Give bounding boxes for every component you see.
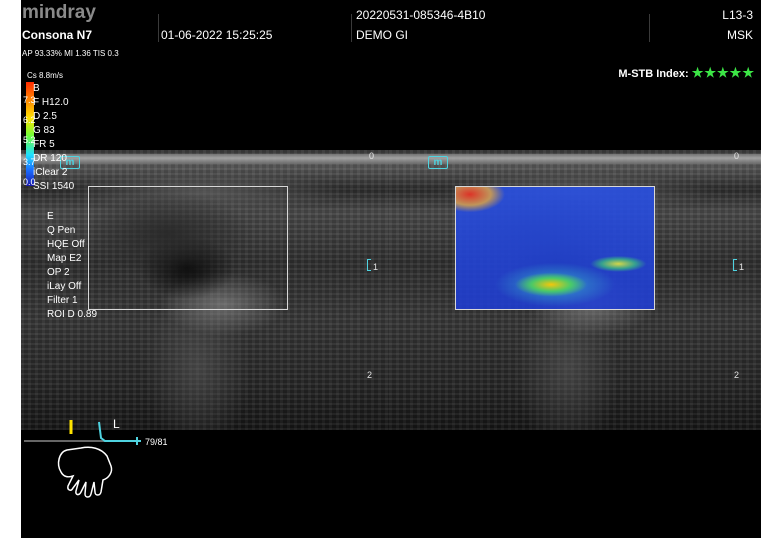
param-filter: Filter 1 [47, 295, 78, 306]
elasto-params: E Q Pen HQE Off Map E2 OP 2 iLay Off Fil… [47, 210, 97, 322]
param-q-pen: Q Pen [47, 225, 76, 236]
mode-m-icon-right: m [428, 156, 448, 169]
frame-counter: 79/81 [145, 437, 168, 447]
param-hqe: HQE Off [47, 239, 85, 250]
department: DEMO GI [356, 28, 409, 42]
brand-logo: mindray [22, 2, 96, 23]
bodymark-side-label: L [113, 417, 120, 431]
hand-bodymark-icon [24, 420, 141, 498]
focus-marker-icon-right [733, 259, 737, 271]
safety-indices: AP 93.33% MI 1.36 TIS 0.3 [22, 49, 119, 58]
focus-marker-icon [367, 259, 371, 271]
stb-index-label: M-STB Index: [618, 68, 689, 80]
exam-id: 20220531-085346-4B10 [356, 8, 486, 22]
param-frequency: F H12.0 [33, 97, 69, 108]
depth-label-left-1: 1 [373, 262, 379, 272]
param-ssi: SSI 1540 [33, 181, 75, 192]
probe-name: L13-3 [722, 8, 753, 22]
roi-box-elastography[interactable] [455, 186, 655, 310]
ultrasound-screen: mindray Consona N7 01-06-2022 15:25:25 2… [21, 0, 761, 538]
param-gain: G 83 [33, 125, 55, 136]
stb-stars: ★★★★★ [691, 65, 755, 80]
param-iclear: iClear 2 [33, 167, 68, 178]
roi-box-left[interactable] [88, 186, 288, 310]
depth-label-left-0: 0 [369, 151, 375, 161]
param-dynamic-range: DR 120 [33, 153, 67, 164]
param-map: Map E2 [47, 253, 82, 264]
param-roi-d: ROI D 0.89 [47, 309, 98, 320]
param-frame-rate: FR 5 [33, 139, 55, 150]
param-b: B [33, 83, 40, 94]
depth-label-right-0: 0 [734, 151, 740, 161]
preset-name: MSK [726, 28, 753, 42]
param-depth: D 2.5 [33, 111, 57, 122]
depth-label-right-2: 2 [734, 370, 740, 380]
date-time: 01-06-2022 15:25:25 [161, 28, 273, 42]
param-op: OP 2 [47, 267, 70, 278]
depth-label-left-2: 2 [367, 370, 373, 380]
bodymark[interactable] [21, 412, 181, 502]
param-e: E [47, 211, 54, 222]
scale-label: Cs 8.8m/s [27, 71, 64, 80]
param-ilay: iLay Off [47, 281, 82, 292]
device-model: Consona N7 [22, 28, 93, 42]
depth-label-right-1: 1 [739, 262, 745, 272]
b-mode-params: B F H12.0 D 2.5 G 83 FR 5 DR 120 iClear … [33, 82, 74, 194]
stb-index: M-STB Index: ★★★★★ [618, 66, 755, 80]
